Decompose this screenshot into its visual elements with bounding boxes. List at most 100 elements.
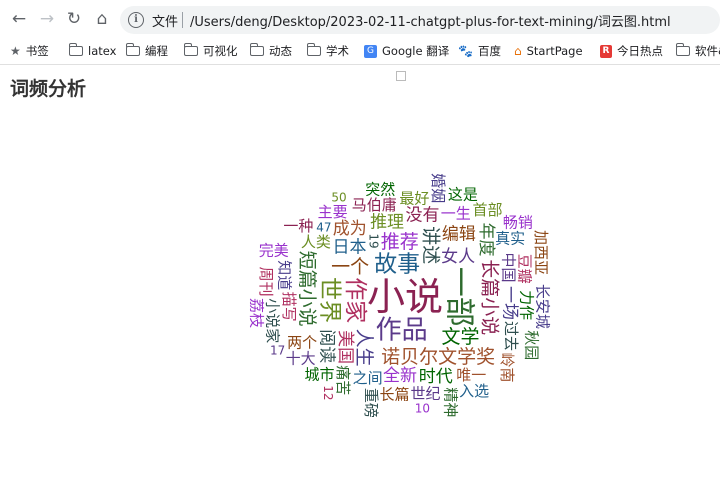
cloud-word[interactable]: 一种 (283, 217, 313, 235)
cloud-word[interactable]: 这是 (448, 185, 478, 203)
arrow-left-icon[interactable]: ← (8, 8, 30, 30)
cloud-word[interactable]: 长安城 (534, 284, 552, 329)
url-text[interactable]: /Users/deng/Desktop/2023-02-11-chatgpt-p… (190, 11, 671, 30)
cloud-word[interactable]: 成为 (333, 219, 367, 239)
folder-icon (675, 43, 690, 56)
cloud-word[interactable]: 日本 (333, 238, 367, 258)
cloud-word[interactable]: 人类 (301, 233, 331, 251)
cloud-word[interactable]: 全新 (383, 366, 417, 386)
cloud-word[interactable]: 世界 (317, 277, 343, 323)
cloud-word[interactable]: 岭南 (498, 353, 516, 383)
cloud-word[interactable]: 12 (321, 385, 335, 400)
cloud-word[interactable]: 知道 (276, 260, 294, 290)
cloud-word[interactable]: 痛苦 (334, 365, 352, 395)
cloud-word[interactable]: 推荐 (381, 231, 419, 253)
bookmark-item[interactable]: ⌂ StartPage (514, 41, 583, 61)
bookmark-item[interactable]: R 今日热点 (600, 41, 663, 61)
cloud-word[interactable]: 长篇小说 (479, 259, 501, 335)
cloud-word[interactable]: 主要 (318, 203, 348, 221)
cloud-word[interactable]: 婚姻 (429, 173, 447, 203)
cloud-word[interactable]: 文学 (441, 326, 479, 348)
folder-icon (125, 43, 140, 56)
cloud-word[interactable]: 诺贝尔文学奖 (381, 346, 495, 368)
bookmark-label: 百度 (477, 44, 501, 58)
google-translate-icon: G (364, 44, 377, 58)
bookmark-label: Google 翻译 (382, 44, 450, 58)
page-content: 词频分析 小说 一部 作品 故事 作家 世界 一个 讲述 推荐 文学 人生 诺贝尔文学奖 长篇小说 短篇小… (0, 65, 720, 493)
cloud-word[interactable]: 过去 (502, 321, 520, 351)
cloud-word[interactable]: 小说 (367, 275, 443, 319)
home-icon[interactable]: ⌂ (91, 8, 113, 30)
cloud-word[interactable]: 19 (366, 233, 380, 248)
cloud-word[interactable]: 人生 (353, 329, 375, 367)
bookmark-item[interactable]: ★ 书签 (10, 41, 49, 61)
address-bar[interactable]: i 文件 /Users/deng/Desktop/2023-02-11-chat… (120, 6, 720, 34)
arrow-right-icon[interactable]: → (36, 8, 58, 30)
cloud-word[interactable]: 47 (316, 221, 331, 235)
cloud-word[interactable]: 一生 (441, 204, 471, 222)
cloud-word[interactable]: 50 (331, 191, 346, 205)
cloud-word[interactable]: 短篇小说 (296, 251, 318, 327)
cloud-word[interactable]: 最好 (399, 189, 429, 207)
cloud-word[interactable]: 编辑 (442, 224, 476, 244)
bookmark-item[interactable]: 动态 (249, 41, 292, 61)
cloud-word[interactable]: 描写 (280, 292, 298, 322)
cloud-word[interactable]: 没有 (406, 205, 440, 225)
cloud-word[interactable]: 秋园 (522, 330, 540, 360)
cloud-word[interactable]: 荔枝 (248, 298, 266, 328)
cloud-word[interactable]: 作家 (342, 277, 368, 323)
cloud-word[interactable]: 一部 (442, 267, 477, 327)
bookmark-item[interactable]: 学术 (306, 41, 349, 61)
startpage-icon: ⌂ (514, 44, 522, 58)
cloud-word[interactable]: 长篇 (380, 386, 410, 404)
cloud-word[interactable]: 一个 (331, 256, 369, 278)
cloud-word[interactable]: 17 (270, 343, 285, 357)
cloud-word[interactable]: 一场 (499, 286, 519, 320)
reload-icon[interactable]: ↻ (63, 8, 85, 30)
cloud-word[interactable]: 重磅 (362, 388, 380, 418)
cloud-word[interactable]: 城市 (304, 366, 334, 384)
cloud-word[interactable]: 作品 (376, 316, 428, 346)
cloud-word[interactable]: 世纪 (411, 385, 441, 403)
folder-icon (68, 43, 83, 56)
cloud-word[interactable]: 故事 (374, 252, 420, 278)
cloud-word[interactable]: 加西亚 (532, 230, 550, 275)
bookmark-label: 书签 (25, 44, 49, 58)
bookmark-item[interactable]: 🐾 百度 (458, 41, 501, 61)
bookmark-item[interactable]: 可视化 (183, 41, 238, 61)
folder-icon (306, 43, 321, 56)
cloud-word[interactable]: 推理 (370, 213, 404, 233)
browser-toolbar: ← → ↻ ⌂ i 文件 /Users/deng/Desktop/2023-02… (0, 0, 720, 38)
cloud-word[interactable]: 突然 (365, 180, 395, 198)
cloud-word[interactable]: 阅读 (317, 329, 337, 363)
cloud-word[interactable]: 10 (415, 401, 430, 415)
cloud-word[interactable]: 年度 (476, 223, 496, 257)
cloud-word[interactable]: 女人 (441, 247, 475, 267)
bookmark-item[interactable]: G Google 翻译 (364, 41, 449, 61)
bookmark-label: 动态 (269, 44, 292, 58)
address-separator (182, 12, 183, 28)
bookmark-item[interactable]: 编程 (125, 41, 168, 61)
cloud-word[interactable]: 精神 (441, 387, 459, 417)
bookmarks-bar: ★ 书签 latex 编程 可视化 动态 学术 G Google 翻译 🐾 百度… (0, 38, 720, 65)
cloud-word[interactable]: 美国 (335, 330, 355, 364)
cloud-word[interactable]: 周刊 (257, 267, 275, 297)
info-icon[interactable]: i (128, 12, 144, 28)
cloud-word[interactable]: 首部 (472, 201, 502, 219)
cloud-word[interactable]: 畅销 (503, 214, 533, 232)
bookmark-item[interactable]: 软件& (675, 41, 720, 61)
cloud-word[interactable]: 入选 (459, 382, 489, 400)
bookmark-item[interactable]: latex (68, 41, 116, 61)
folder-icon (183, 43, 198, 56)
cloud-word[interactable]: 十大 (286, 350, 316, 368)
cloud-word[interactable]: 真实 (495, 229, 525, 247)
cloud-word[interactable]: 马伯庸 (352, 196, 397, 214)
cloud-word[interactable]: 力作 (518, 290, 536, 320)
cloud-word[interactable]: 完美 (259, 242, 289, 260)
bookmark-label: 学术 (326, 44, 349, 58)
cloud-word[interactable]: 之间 (353, 369, 383, 387)
scheme-label: 文件 (152, 15, 179, 30)
cloud-word[interactable]: 中国 (500, 252, 518, 282)
cloud-word[interactable]: 豆瓣 (516, 254, 534, 284)
cloud-word[interactable]: 讲述 (419, 226, 441, 264)
